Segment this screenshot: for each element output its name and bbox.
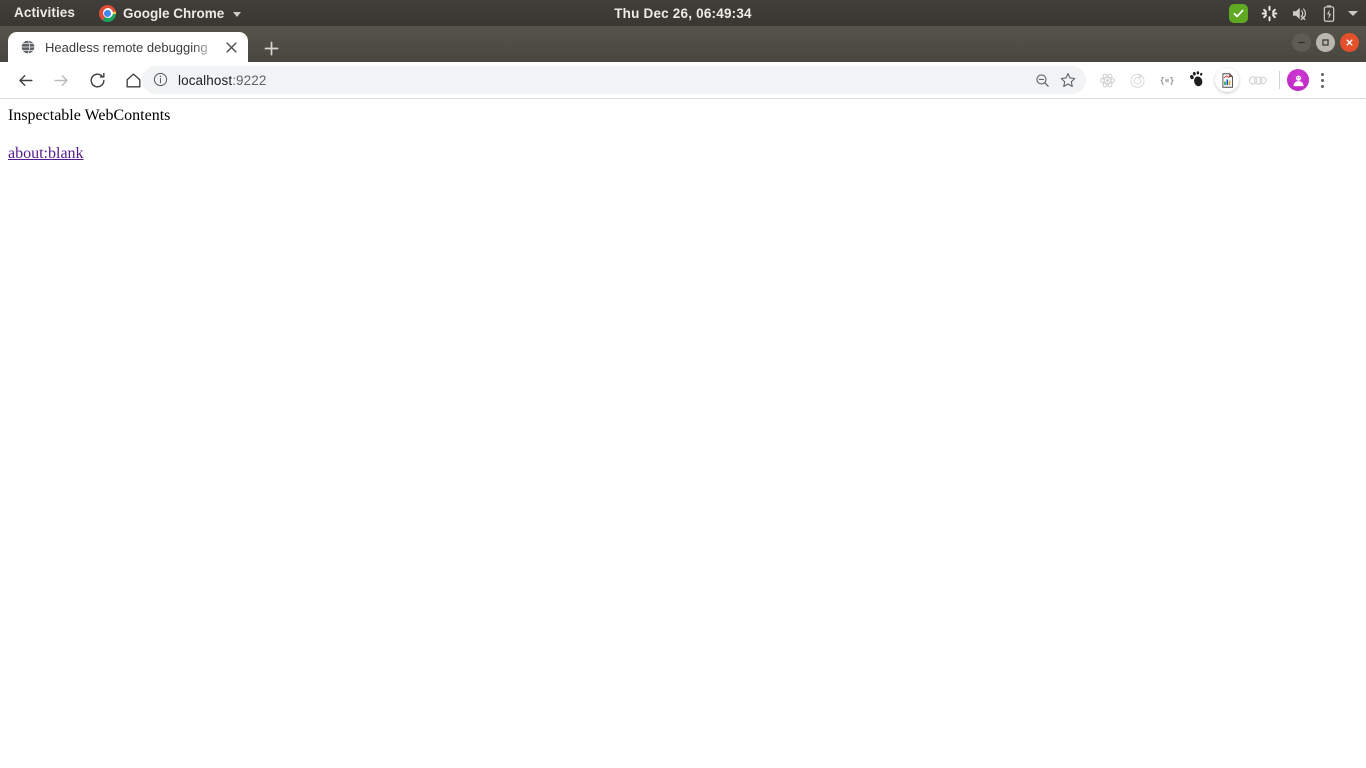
maximize-button[interactable] [1316,33,1335,52]
browser-toolbar: localhost:9222 {≡} [0,62,1366,99]
svg-text:{≡}: {≡} [1160,77,1174,86]
chrome-window: Headless remote debugging localhost:9222… [0,26,1366,768]
globe-icon [20,39,36,55]
zoom-out-icon[interactable] [1030,68,1054,92]
window-controls [1292,33,1359,52]
new-tab-button[interactable] [258,36,284,60]
bookmark-star-icon[interactable] [1056,68,1080,92]
volume-muted-icon[interactable] [1291,6,1310,21]
url-host: localhost [178,72,233,88]
json-formatter-icon[interactable]: {≡} [1152,65,1182,95]
chrome-logo-icon [99,4,117,22]
close-button[interactable] [1340,33,1359,52]
reload-button[interactable] [82,65,112,95]
three-dots-menu-icon[interactable] [1309,66,1335,94]
tab-title: Headless remote debugging [45,39,208,55]
app-menu-button[interactable]: Google Chrome [99,0,242,26]
page-analytics-icon[interactable] [1215,68,1239,92]
page-viewport: Inspectable WebContents about:blank [0,99,1366,768]
page-content: Inspectable WebContents about:blank [0,99,1366,171]
system-tray [1229,0,1360,26]
address-bar-text[interactable]: localhost:9222 [178,73,1028,88]
recorder-icon[interactable] [1122,65,1152,95]
slack-icon[interactable] [1261,5,1278,22]
react-devtools-icon[interactable] [1092,65,1122,95]
tab-close-icon[interactable] [222,38,240,56]
chevron-down-icon [233,11,242,17]
minimize-button[interactable] [1292,33,1311,52]
inspectable-target-link[interactable]: about:blank [8,145,84,163]
address-bar[interactable]: localhost:9222 [142,66,1086,94]
system-menu-chevron-icon[interactable] [1348,10,1358,16]
profile-avatar[interactable] [1287,69,1309,91]
battery-charging-icon[interactable] [1323,4,1335,22]
page-title: Inspectable WebContents [8,107,171,124]
toolbar-divider [1279,71,1280,89]
info-circle-icon[interactable] [152,71,170,89]
activities-button[interactable]: Activities [4,0,85,26]
gnome-top-panel: Activities Google Chrome Thu Dec 26, 06:… [0,0,1366,26]
status-ok-icon[interactable] [1229,3,1248,23]
link-chain-icon[interactable] [1242,65,1272,95]
gnome-shell-integration-icon[interactable] [1182,65,1212,95]
app-menu-label: Google Chrome [123,5,225,21]
tab-strip: Headless remote debugging [0,26,1366,62]
back-button[interactable] [10,65,40,95]
tab-headless-remote-debugging[interactable]: Headless remote debugging [8,32,248,62]
forward-button [46,65,76,95]
url-port: :9222 [232,72,267,88]
toolbar-extensions: {≡} [1092,62,1339,98]
